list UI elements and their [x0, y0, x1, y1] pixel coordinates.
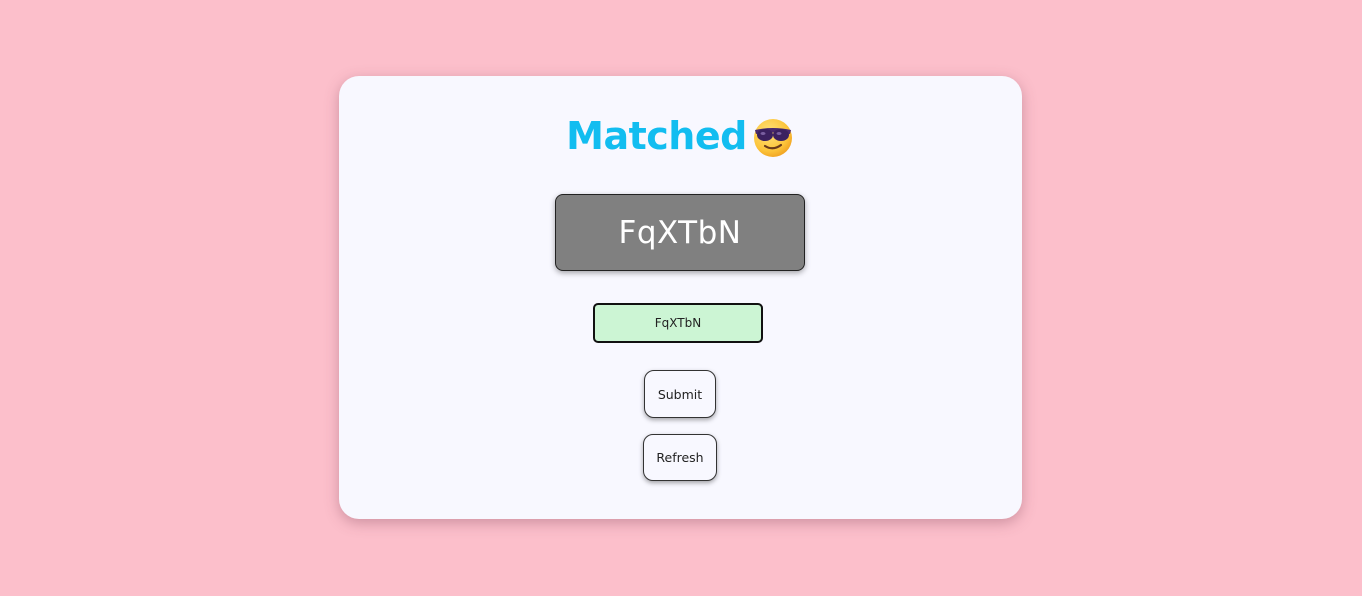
- smiling-face-with-sunglasses-icon: [751, 115, 795, 159]
- captcha-display: FqXTbN: [555, 194, 805, 271]
- status-title: Matched: [566, 114, 747, 158]
- captcha-input[interactable]: [593, 303, 763, 343]
- captcha-code: FqXTbN: [618, 214, 742, 251]
- refresh-button[interactable]: Refresh: [643, 434, 717, 481]
- captcha-card: Matched FqXTbN FqXTbN Submit Refresh: [339, 76, 1022, 519]
- submit-button[interactable]: Submit: [644, 370, 716, 418]
- status-heading: Matched: [339, 112, 1022, 160]
